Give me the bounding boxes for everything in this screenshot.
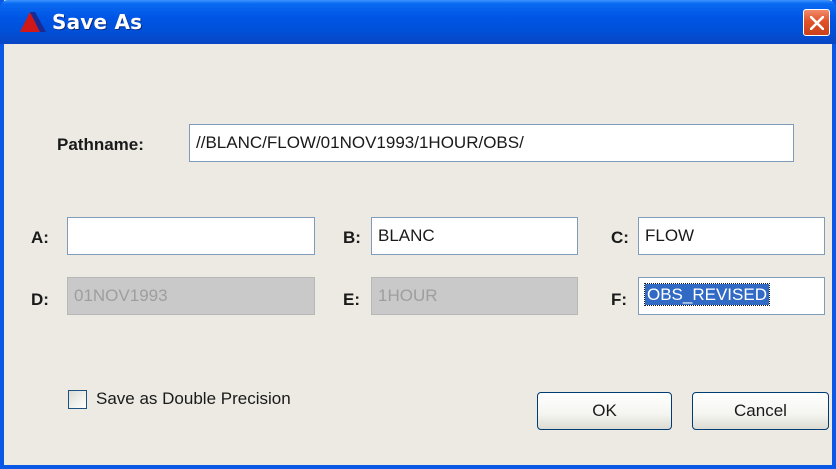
d-field: 01NOV1993 bbox=[67, 277, 315, 315]
c-label: C: bbox=[611, 228, 629, 247]
cancel-button[interactable]: Cancel bbox=[692, 392, 829, 430]
pathname-field[interactable]: //BLANC/FLOW/01NOV1993/1HOUR/OBS/ bbox=[189, 124, 794, 162]
title-bar[interactable]: Save As bbox=[0, 0, 836, 44]
a-label: A: bbox=[31, 228, 49, 247]
c-field[interactable]: FLOW bbox=[638, 217, 825, 255]
ok-button[interactable]: OK bbox=[537, 392, 672, 430]
double-precision-label: Save as Double Precision bbox=[96, 389, 291, 408]
e-field: 1HOUR bbox=[371, 277, 578, 315]
f-field[interactable]: OBS_REVISED bbox=[638, 277, 825, 315]
b-field[interactable]: BLANC bbox=[371, 217, 578, 255]
d-label: D: bbox=[31, 290, 49, 309]
triangle-logo-icon bbox=[20, 12, 46, 32]
e-label: E: bbox=[343, 290, 360, 309]
f-label: F: bbox=[611, 290, 628, 309]
f-field-selected-text: OBS_REVISED bbox=[644, 283, 770, 306]
a-field[interactable] bbox=[67, 217, 315, 255]
dialog-body: Pathname: //BLANC/FLOW/01NOV1993/1HOUR/O… bbox=[4, 44, 832, 465]
close-button[interactable] bbox=[803, 9, 830, 36]
window-title: Save As bbox=[52, 10, 143, 34]
save-as-dialog: Save As Pathname: //BLANC/FLOW/01NOV1993… bbox=[0, 0, 836, 469]
double-precision-checkbox[interactable] bbox=[68, 390, 87, 409]
pathname-label: Pathname: bbox=[57, 135, 144, 154]
b-label: B: bbox=[343, 228, 361, 247]
close-icon bbox=[810, 16, 824, 30]
